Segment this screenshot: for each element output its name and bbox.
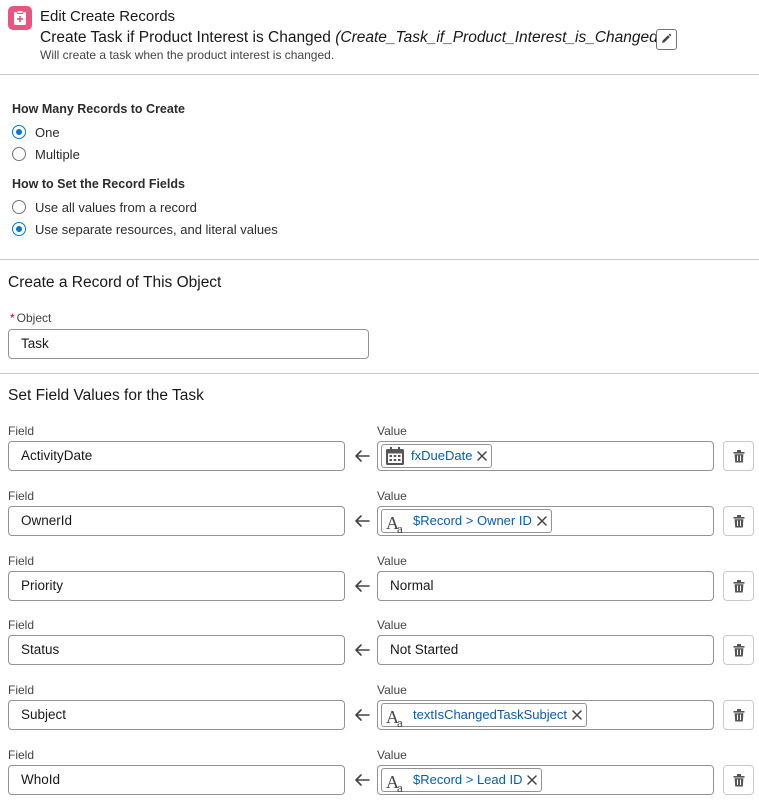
field-input-status[interactable]: Status	[8, 635, 345, 665]
field-label: Field	[8, 618, 35, 632]
how-many-label: How Many Records to Create	[12, 102, 185, 116]
arrow-left-icon	[353, 579, 371, 593]
field-values-section-title: Set Field Values for the Task	[8, 387, 204, 404]
resource-pill[interactable]: Aa $Record > Owner ID	[381, 509, 552, 536]
section-divider	[0, 373, 759, 374]
text-type-icon: Aa	[386, 513, 403, 536]
radio-button[interactable]	[12, 147, 26, 161]
trash-icon	[733, 774, 745, 787]
field-label: Field	[8, 683, 35, 697]
resource-pill[interactable]: Aa textIsChangedTaskSubject	[381, 703, 587, 730]
how-set-label: How to Set the Record Fields	[12, 177, 185, 191]
delete-row-button[interactable]	[723, 506, 754, 536]
object-input[interactable]: Task	[8, 329, 369, 359]
value-label: Value	[377, 554, 407, 568]
arrow-left-icon	[353, 708, 371, 722]
arrow-left-icon	[353, 643, 371, 657]
delete-row-button[interactable]	[723, 700, 754, 730]
radio-separate-resources[interactable]: Use separate resources, and literal valu…	[12, 220, 278, 238]
pill-label: fxDueDate	[411, 448, 473, 463]
radio-button-selected[interactable]	[12, 125, 26, 139]
value-input-ownerid[interactable]: Aa $Record > Owner ID	[377, 506, 714, 536]
element-label-text: Create Task if Product Interest is Chang…	[40, 29, 331, 46]
value-input-priority[interactable]: Normal	[377, 571, 714, 601]
delete-row-button[interactable]	[723, 441, 754, 471]
arrow-left-icon	[353, 449, 371, 463]
radio-label: One	[35, 124, 60, 140]
text-type-icon: Aa	[386, 707, 403, 730]
pill-label: $Record > Lead ID	[413, 772, 523, 787]
element-api-name: (Create_Task_if_Product_Interest_is_Chan…	[335, 29, 663, 46]
radio-button[interactable]	[12, 200, 26, 214]
calendar-icon	[385, 446, 405, 466]
field-input-ownerid[interactable]: OwnerId	[8, 506, 345, 536]
radio-label: Use all values from a record	[35, 199, 197, 215]
value-input-subject[interactable]: Aa textIsChangedTaskSubject	[377, 700, 714, 730]
value-label: Value	[377, 489, 407, 503]
panel-header: Edit Create Records Create Task if Produ…	[0, 0, 759, 75]
text-type-icon: Aa	[386, 772, 403, 795]
required-marker: *	[10, 311, 15, 325]
trash-icon	[733, 450, 745, 463]
value-input-whoid[interactable]: Aa $Record > Lead ID	[377, 765, 714, 795]
value-input-status[interactable]: Not Started	[377, 635, 714, 665]
trash-icon	[733, 515, 745, 528]
section-divider	[0, 259, 759, 260]
field-input-subject[interactable]: Subject	[8, 700, 345, 730]
radio-multiple[interactable]: Multiple	[12, 145, 80, 163]
radio-one[interactable]: One	[12, 123, 60, 141]
close-icon[interactable]	[527, 775, 538, 785]
pill-label: $Record > Owner ID	[413, 513, 532, 528]
object-section-title: Create a Record of This Object	[8, 274, 222, 291]
object-label: * Object	[10, 311, 51, 325]
field-input-priority[interactable]: Priority	[8, 571, 345, 601]
resource-pill[interactable]: Aa $Record > Lead ID	[381, 768, 543, 795]
close-icon[interactable]	[537, 516, 547, 526]
radio-button-selected[interactable]	[12, 222, 26, 236]
element-title: Create Task if Product Interest is Chang…	[40, 29, 663, 47]
field-input-whoid[interactable]: WhoId	[8, 765, 345, 795]
delete-row-button[interactable]	[723, 571, 754, 601]
trash-icon	[733, 644, 745, 657]
pencil-icon	[662, 33, 672, 43]
element-type-label: Edit Create Records	[40, 8, 176, 25]
element-description: Will create a task when the product inte…	[40, 48, 335, 62]
value-label: Value	[377, 748, 407, 762]
field-label: Field	[8, 489, 35, 503]
resource-pill[interactable]: fxDueDate	[381, 444, 493, 468]
field-label: Field	[8, 424, 35, 438]
delete-row-button[interactable]	[723, 635, 754, 665]
arrow-left-icon	[353, 773, 371, 787]
trash-icon	[733, 709, 745, 722]
radio-label: Use separate resources, and literal valu…	[35, 221, 278, 237]
arrow-left-icon	[353, 514, 371, 528]
pill-label: textIsChangedTaskSubject	[413, 707, 567, 722]
value-label: Value	[377, 424, 407, 438]
value-input-activitydate[interactable]: fxDueDate	[377, 441, 714, 471]
edit-properties-button[interactable]	[656, 29, 677, 50]
field-input-activitydate[interactable]: ActivityDate	[8, 441, 345, 471]
radio-use-all-values[interactable]: Use all values from a record	[12, 198, 197, 216]
clipboard-plus-icon	[8, 6, 32, 30]
delete-row-button[interactable]	[723, 765, 754, 795]
field-label: Field	[8, 554, 35, 568]
object-label-text: Object	[16, 311, 52, 325]
close-icon[interactable]	[572, 710, 582, 720]
radio-label: Multiple	[35, 146, 80, 162]
field-label: Field	[8, 748, 35, 762]
value-label: Value	[377, 618, 407, 632]
value-label: Value	[377, 683, 407, 697]
trash-icon	[733, 580, 745, 593]
close-icon[interactable]	[477, 451, 488, 461]
